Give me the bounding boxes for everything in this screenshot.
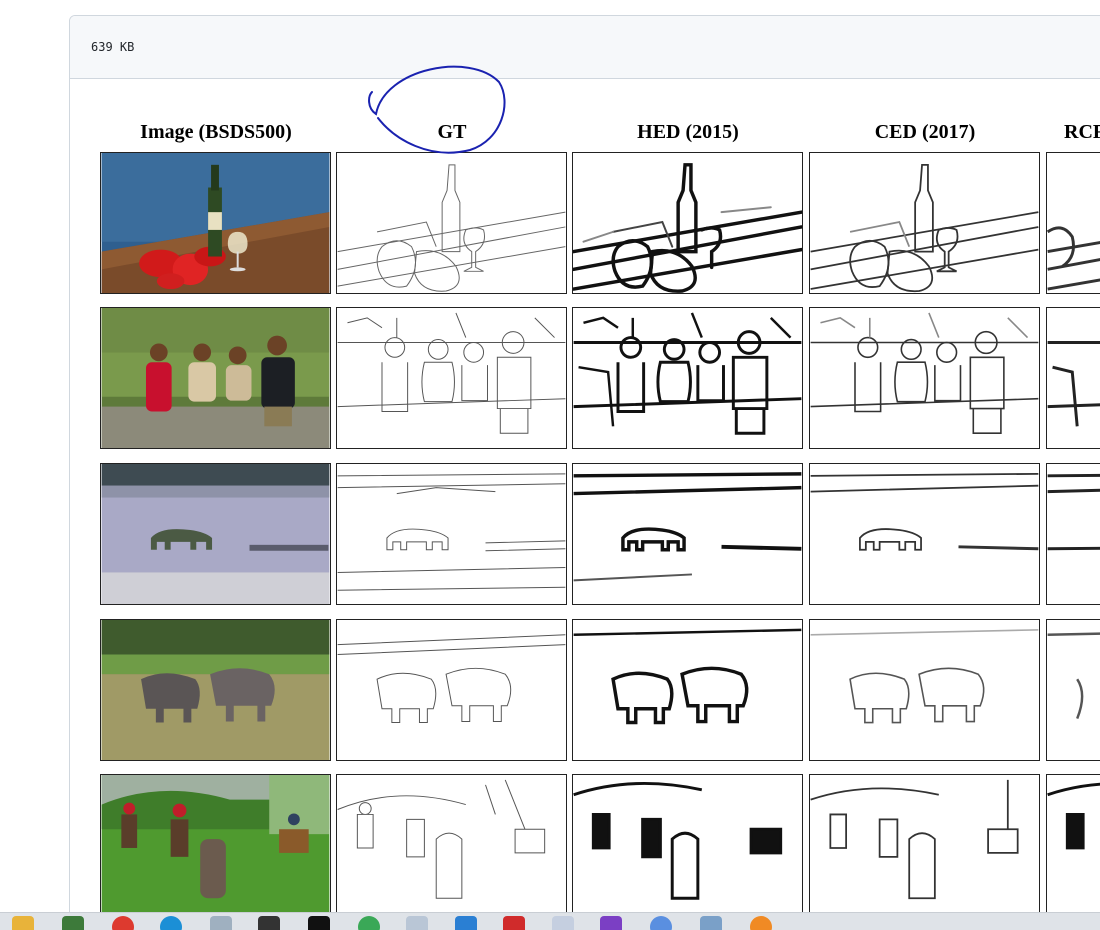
row2-rcf-edges	[1046, 307, 1100, 449]
row3-rcf-edges	[1046, 463, 1100, 605]
row1-rcf-edges	[1046, 152, 1100, 294]
vscode-icon[interactable]	[455, 916, 477, 930]
row2-ced-edges	[809, 307, 1040, 449]
row2-hed-edges	[572, 307, 803, 449]
row4-hed-edges	[572, 619, 803, 761]
text-editor-icon[interactable]	[552, 916, 574, 930]
column-header-ced: CED (2017)	[874, 121, 976, 143]
row2-gt-edges	[336, 307, 567, 449]
taskbar	[0, 912, 1100, 930]
globe-icon[interactable]	[650, 916, 672, 930]
row4-ced-edges	[809, 619, 1040, 761]
row1-image-photo	[100, 152, 331, 294]
paint-icon[interactable]	[358, 916, 380, 930]
file-header: 639 KB	[70, 16, 1100, 79]
row4-rcf-edges	[1046, 619, 1100, 761]
row1-gt-edges	[336, 152, 567, 294]
row5-rcf-edges	[1046, 774, 1100, 916]
column-header-image: Image (BSDS500)	[140, 121, 292, 143]
row1-ced-edges	[809, 152, 1040, 294]
row3-ced-edges	[809, 463, 1040, 605]
file-explorer-icon[interactable]	[12, 916, 34, 930]
app-icon[interactable]	[503, 916, 525, 930]
file-preview-panel: 639 KB Image (BSDS500) GT HED (2015) CED…	[69, 15, 1100, 922]
row5-ced-edges	[809, 774, 1040, 916]
terminal-icon[interactable]	[258, 916, 280, 930]
figure-image: Image (BSDS500) GT HED (2015) CED (2017)…	[70, 79, 1100, 921]
column-header-gt: GT	[437, 121, 467, 143]
notepad-icon[interactable]	[210, 916, 232, 930]
row5-image-photo	[100, 774, 331, 916]
row5-gt-edges	[336, 774, 567, 916]
edge-icon[interactable]	[160, 916, 182, 930]
photos-icon[interactable]	[62, 916, 84, 930]
chrome-icon[interactable]	[112, 916, 134, 930]
row1-hed-edges	[572, 152, 803, 294]
row5-hed-edges	[572, 774, 803, 916]
visual-studio-icon[interactable]	[600, 916, 622, 930]
row4-image-photo	[100, 619, 331, 761]
row4-gt-edges	[336, 619, 567, 761]
document-icon[interactable]	[406, 916, 428, 930]
mail-icon[interactable]	[700, 916, 722, 930]
file-size: 639 KB	[91, 40, 135, 54]
row2-image-photo	[100, 307, 331, 449]
row3-gt-edges	[336, 463, 567, 605]
row3-image-photo	[100, 463, 331, 605]
row3-hed-edges	[572, 463, 803, 605]
location-icon[interactable]	[750, 916, 772, 930]
column-header-hed: HED (2015)	[637, 121, 739, 143]
column-header-rcf: RCF	[1064, 121, 1100, 143]
terminal-icon[interactable]	[308, 916, 330, 930]
